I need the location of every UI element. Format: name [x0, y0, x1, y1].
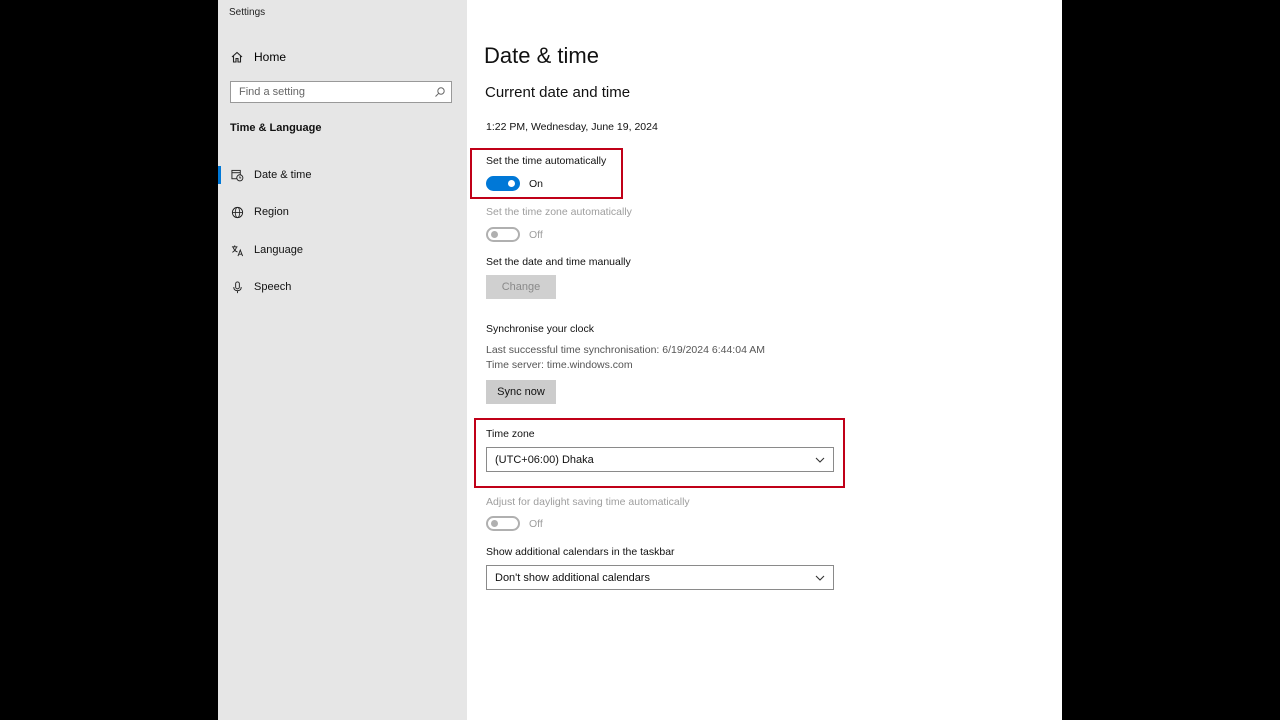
auto-timezone-state: Off	[529, 229, 543, 241]
section-subtitle: Current date and time	[485, 84, 631, 101]
auto-time-toggle[interactable]	[486, 176, 520, 191]
manual-time-label: Set the date and time manually	[486, 256, 631, 268]
last-sync-text: Last successful time synchronisation: 6/…	[486, 344, 765, 356]
chevron-down-icon	[815, 575, 825, 581]
sidebar-item-language[interactable]: Language	[218, 235, 467, 265]
sidebar-item-speech[interactable]: Speech	[218, 272, 467, 302]
language-icon	[230, 243, 244, 257]
sidebar-item-label: Date & time	[254, 169, 312, 181]
auto-time-label: Set the time automatically	[486, 155, 607, 167]
sidebar-item-region[interactable]: Region	[218, 197, 467, 227]
sync-heading: Synchronise your clock	[486, 323, 594, 335]
chevron-down-icon	[815, 457, 825, 463]
sync-now-button[interactable]: Sync now	[486, 380, 556, 404]
sidebar-item-date-time[interactable]: Date & time	[218, 160, 467, 190]
auto-timezone-toggle[interactable]	[486, 227, 520, 242]
settings-window: Settings Home Time & Language	[218, 0, 1062, 720]
daylight-state: Off	[529, 518, 543, 530]
current-datetime: 1:22 PM, Wednesday, June 19, 2024	[486, 121, 658, 133]
microphone-icon	[230, 280, 244, 294]
section-title: Time & Language	[230, 122, 322, 134]
home-label: Home	[254, 50, 287, 64]
timezone-value: (UTC+06:00) Dhaka	[495, 453, 594, 466]
timezone-label: Time zone	[486, 428, 535, 440]
search-icon[interactable]	[434, 86, 446, 98]
auto-timezone-label: Set the time zone automatically	[486, 206, 632, 218]
time-server-text: Time server: time.windows.com	[486, 359, 633, 371]
change-button[interactable]: Change	[486, 275, 556, 299]
search-box[interactable]	[230, 81, 452, 103]
home-icon	[231, 51, 243, 63]
search-input[interactable]	[231, 86, 434, 98]
sidebar-item-label: Region	[254, 206, 289, 218]
main-content: Date & time Current date and time 1:22 P…	[467, 0, 1062, 720]
toggle-knob	[508, 180, 515, 187]
sidebar-item-label: Speech	[254, 281, 292, 293]
globe-icon	[230, 205, 244, 219]
page-title: Date & time	[484, 43, 599, 68]
calendars-select[interactable]: Don't show additional calendars	[486, 565, 834, 590]
toggle-knob	[491, 231, 498, 238]
auto-time-state: On	[529, 178, 544, 190]
toggle-knob	[491, 520, 498, 527]
sidebar: Settings Home Time & Language	[218, 0, 467, 720]
app-title: Settings	[229, 7, 266, 18]
home-nav[interactable]: Home	[230, 49, 286, 65]
daylight-label: Adjust for daylight saving time automati…	[486, 496, 690, 508]
sidebar-item-label: Language	[254, 244, 303, 256]
clock-calendar-icon	[230, 168, 244, 182]
calendars-value: Don't show additional calendars	[495, 571, 650, 584]
calendars-label: Show additional calendars in the taskbar	[486, 546, 675, 558]
daylight-toggle[interactable]	[486, 516, 520, 531]
timezone-select[interactable]: (UTC+06:00) Dhaka	[486, 447, 834, 472]
